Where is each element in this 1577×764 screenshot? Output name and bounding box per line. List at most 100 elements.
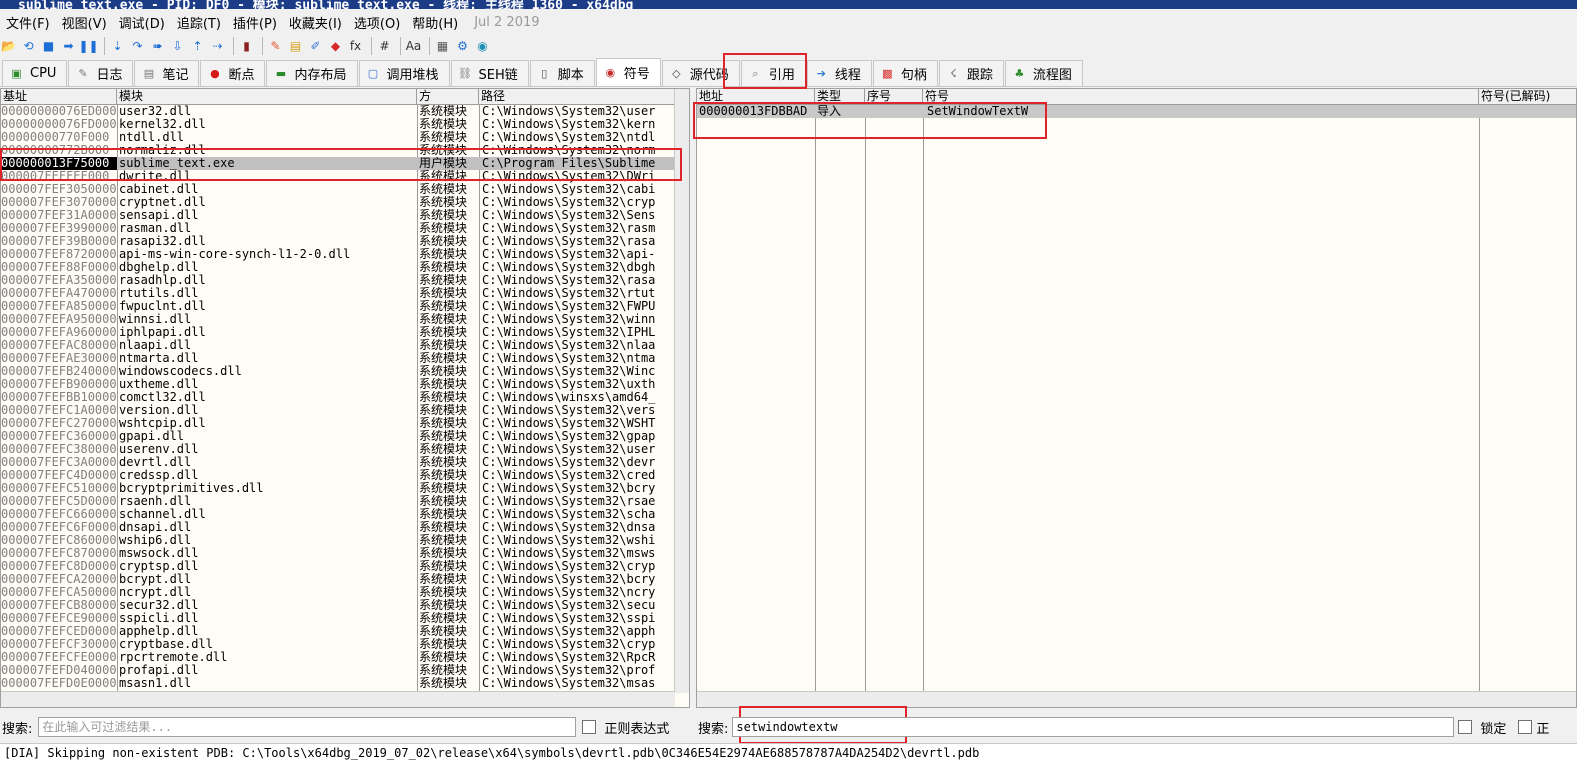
tab-log[interactable]: ✎ 日志 (68, 60, 134, 86)
module-row[interactable]: 000007FEFB240000 windowscodecs.dll 系统模块 C:\… (1, 365, 675, 378)
module-row[interactable]: 000007FEFC510000 bcryptprimitives.dll 系统模块… (1, 482, 675, 495)
tab-cpu[interactable]: ▣ CPU (2, 60, 68, 86)
tab-callstack[interactable]: ▢ 调用堆栈 (358, 60, 450, 86)
module-row[interactable]: 000007FEFC870000 mswsock.dll 系统模块 C:\Window… (1, 547, 675, 560)
module-row[interactable]: 000007FEFC660000 schannel.dll 系统模块 C:\Windo… (1, 508, 675, 521)
module-row[interactable]: 000007FEF3070000 cryptnet.dll 系统模块 C:\Windo… (1, 196, 675, 209)
tab-seh[interactable]: ⛓ SEH链 (450, 60, 529, 86)
module-row[interactable]: 000007FEFFEF000 dwrite.dll 系统模块 C:\Windows\… (1, 170, 675, 183)
function-icon[interactable]: fx (347, 38, 364, 55)
bookmark-icon[interactable]: ◆ (327, 38, 344, 55)
menu-item-0[interactable]: 文件(F) (0, 13, 56, 32)
module-row[interactable]: 000007FEF88F0000 dbghelp.dll 系统模块 C:\Window… (1, 261, 675, 274)
modules-horizontal-scrollbar[interactable] (1, 691, 675, 707)
module-row[interactable]: 000007FEF39B0000 rasapi32.dll 系统模块 C:\Windo… (1, 235, 675, 248)
col-header-base[interactable]: 基址 (1, 89, 117, 105)
tab-source[interactable]: ◇ 源代码 (661, 60, 740, 86)
module-row[interactable]: 000007FEFBB10000 comctl32.dll 系统模块 C:\Windo… (1, 391, 675, 404)
tab-symbols[interactable]: ◉ 符号 (595, 58, 661, 86)
menu-item-3[interactable]: 追踪(T) (171, 13, 227, 32)
open-icon[interactable]: 📂 (0, 38, 17, 55)
module-row[interactable]: 000007FEFCA20000 bcrypt.dll 系统模块 C:\Windows… (1, 573, 675, 586)
module-row[interactable]: 000007FEFA850000 fwpuclnt.dll 系统模块 C:\Windo… (1, 300, 675, 313)
module-row[interactable]: 000000013F75000 sublime_text.exe 用户模块 C:\Pr… (1, 157, 675, 170)
module-row[interactable]: 000007FEFC3A0000 devrtl.dll 系统模块 C:\Windows… (1, 456, 675, 469)
module-row[interactable]: 000007FEFCF30000 cryptbase.dll 系统模块 C:\Wind… (1, 638, 675, 651)
module-row[interactable]: 00000000770F000 ntdll.dll 系统模块 C:\Windows\S… (1, 131, 675, 144)
modules-vertical-scrollbar[interactable] (674, 89, 689, 693)
col-header-symbol[interactable]: 符号 (923, 89, 1479, 105)
module-row[interactable]: 000007FEFCE90000 sspicli.dll 系统模块 C:\Window… (1, 612, 675, 625)
tab-script[interactable]: ▯ 脚本 (529, 60, 595, 86)
col-header-party[interactable]: 方 (417, 89, 479, 105)
patch-icon[interactable]: ✎ (267, 38, 284, 55)
module-row[interactable]: 00000000076ED000 user32.dll 系统模块 C:\Windows… (1, 105, 675, 118)
tab-handles[interactable]: ▩ 句柄 (872, 60, 938, 86)
settings-icon[interactable]: ⚙ (454, 38, 471, 55)
pause-icon[interactable]: ❚❚ (78, 38, 98, 55)
menu-item-2[interactable]: 调试(D) (113, 13, 171, 32)
module-row[interactable]: 000007FEFC360000 gpapi.dll 系统模块 C:\Windows\… (1, 430, 675, 443)
module-row[interactable]: 000007FEFCA50000 ncrypt.dll 系统模块 C:\Windows… (1, 586, 675, 599)
symbol-row[interactable]: 000000013FDBBAD 导入 SetWindowTextW (697, 105, 1576, 118)
col-header-module[interactable]: 模块 (117, 89, 417, 105)
col-header-address[interactable]: 地址 (697, 89, 815, 105)
module-row[interactable]: 000007FEFC2700000 wshtcpip.dll 系统模块 C:\Wind… (1, 417, 675, 430)
module-row[interactable]: 000007FEFD040000 profapi.dll 系统模块 C:\Window… (1, 664, 675, 677)
module-row[interactable]: 000007FEFCFE0000 rpcrtremote.dll 系统模块 C:\Wi… (1, 651, 675, 664)
menu-item-6[interactable]: 选项(O) (348, 13, 406, 32)
module-row[interactable]: 000007FEFAC80000 nlaapi.dll 系统模块 C:\Windows… (1, 339, 675, 352)
menu-item-7[interactable]: 帮助(H) (406, 13, 464, 32)
menu-item-5[interactable]: 收藏夹(I) (283, 13, 348, 32)
step-over-icon[interactable]: ↷ (129, 38, 146, 55)
tab-graph[interactable]: ♣ 流程图 (1004, 60, 1083, 86)
module-row[interactable]: 000007FEF3050000 cabinet.dll 系统模块 C:\Window… (1, 183, 675, 196)
extra-checkbox[interactable] (1518, 720, 1533, 734)
col-header-symbol-decoded[interactable]: 符号(已解码) (1479, 89, 1576, 105)
comment-icon[interactable]: ▤ (287, 38, 304, 55)
col-header-ordinal[interactable]: 序号 (865, 89, 923, 105)
col-header-type[interactable]: 类型 (815, 89, 865, 105)
scylla-icon[interactable]: ▮ (238, 38, 255, 55)
calculator-icon[interactable]: ▦ (434, 38, 451, 55)
module-row[interactable]: 000007FEF8720000 api-ms-win-core-synch-l1… (1, 248, 675, 261)
col-header-path[interactable]: 路径 (479, 89, 677, 105)
hash-icon[interactable]: # (376, 38, 393, 55)
run-to-user-code-icon[interactable]: ⇢ (209, 38, 226, 55)
symbol-search-input[interactable] (732, 717, 1455, 737)
run-icon[interactable]: ➡ (60, 38, 77, 55)
step-into-icon[interactable]: ⇣ (109, 38, 126, 55)
tab-memory[interactable]: ▬ 内存布局 (266, 60, 358, 86)
module-row[interactable]: 000007FEFA350000 rasadhlp.dll 系统模块 C:\Windo… (1, 274, 675, 287)
menu-item-4[interactable]: 插件(P) (227, 13, 283, 32)
module-row[interactable]: 000007FEFC860000 wship6.dll 系统模块 C:\Windows… (1, 534, 675, 547)
tab-references[interactable]: ⌕ 引用 (740, 60, 806, 86)
symbols-horizontal-scrollbar[interactable] (697, 691, 1576, 707)
module-row[interactable]: 000007FEFD0E0000 msasn1.dll 系统模块 C:\Windows… (1, 677, 675, 690)
module-row[interactable]: 000007FEFC380000 userenv.dll 系统模块 C:\Window… (1, 443, 675, 456)
module-row[interactable]: 000007FEFC8D0000 cryptsp.dll 系统模块 C:\Window… (1, 560, 675, 573)
tab-trace[interactable]: ☇ 跟踪 (938, 60, 1004, 86)
animate-over-icon[interactable]: ⇩ (169, 38, 186, 55)
module-row[interactable]: 000007FEFCED0000 apphelp.dll 系统模块 C:\Window… (1, 625, 675, 638)
module-row[interactable]: 00000000076FD000 kernel32.dll 系统模块 C:\Windo… (1, 118, 675, 131)
execute-till-return-icon[interactable]: ⇡ (189, 38, 206, 55)
menu-item-1[interactable]: 视图(V) (56, 13, 113, 32)
strings-icon[interactable]: Aa (405, 38, 422, 55)
module-row[interactable]: 000007FEF31A0000 sensapi.dll 系统模块 C:\Window… (1, 209, 675, 222)
regex-checkbox[interactable] (582, 720, 597, 734)
module-row[interactable]: 000007FEFA950000 winnsi.dll 系统模块 C:\Windows… (1, 313, 675, 326)
module-row[interactable]: 000007FEFB900000 uxtheme.dll 系统模块 C:\Window… (1, 378, 675, 391)
module-row[interactable]: 000007FEFA470000 rtutils.dll 系统模块 C:\Window… (1, 287, 675, 300)
module-row[interactable]: 000007FEFAE30000 ntmarta.dll 系统模块 C:\Window… (1, 352, 675, 365)
module-row[interactable]: 000007FEFC4D0000 credssp.dll 系统模块 C:\Window… (1, 469, 675, 482)
animate-into-icon[interactable]: ➠ (149, 38, 166, 55)
left-search-input[interactable] (38, 717, 577, 737)
tab-threads[interactable]: ➔ 线程 (806, 60, 872, 86)
module-row[interactable]: 000007FEFC5D0000 rsaenh.dll 系统模块 C:\Windows… (1, 495, 675, 508)
module-row[interactable]: 000007FEFC1A0000 version.dll 系统模块 C:\Window… (1, 404, 675, 417)
module-row[interactable]: 00000000772B000 normaliz.dll 系统模块 C:\Window… (1, 144, 675, 157)
lock-checkbox[interactable] (1458, 720, 1473, 734)
label-icon[interactable]: ✐ (307, 38, 324, 55)
tab-notes[interactable]: ▤ 笔记 (134, 60, 200, 86)
